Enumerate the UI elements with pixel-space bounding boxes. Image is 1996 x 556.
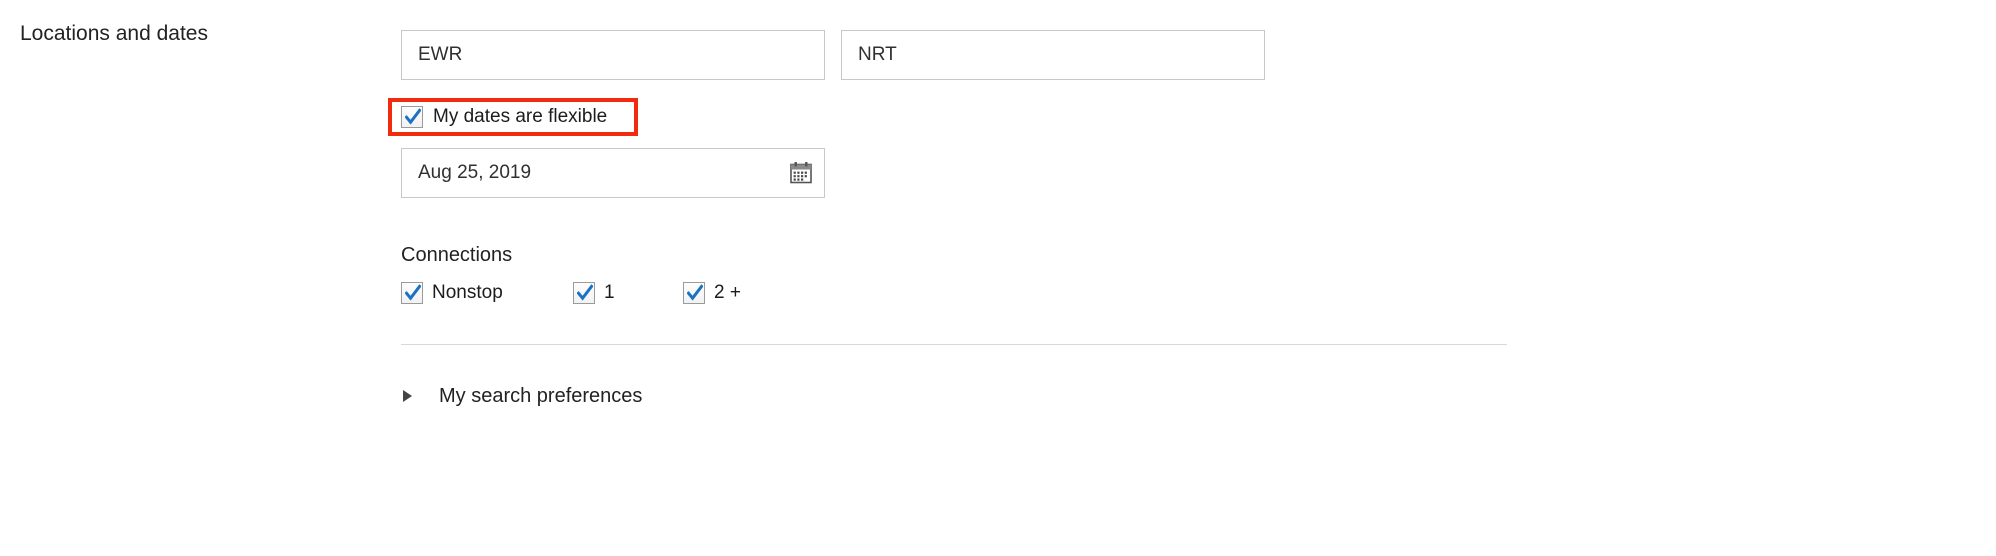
check-icon bbox=[405, 108, 421, 126]
connection-two-plus-checkbox[interactable] bbox=[683, 282, 705, 304]
flexible-dates-row[interactable]: My dates are flexible bbox=[401, 104, 607, 130]
connection-two-plus-label: 2 + bbox=[714, 282, 741, 304]
check-icon bbox=[577, 284, 593, 302]
check-icon bbox=[687, 284, 703, 302]
connection-nonstop-label: Nonstop bbox=[432, 282, 503, 304]
connection-option-one[interactable]: 1 bbox=[573, 281, 615, 305]
destination-input[interactable] bbox=[841, 30, 1265, 80]
flight-search-form-panel: Locations and dates My dates are flexibl… bbox=[0, 0, 1996, 556]
section-divider bbox=[401, 344, 1507, 345]
search-preferences-toggle[interactable]: My search preferences bbox=[401, 382, 642, 410]
connection-one-checkbox[interactable] bbox=[573, 282, 595, 304]
connections-label: Connections bbox=[401, 242, 512, 268]
triangle-right-icon[interactable] bbox=[403, 390, 412, 402]
connection-nonstop-checkbox[interactable] bbox=[401, 282, 423, 304]
search-preferences-label: My search preferences bbox=[439, 383, 642, 409]
calendar-icon[interactable] bbox=[787, 159, 815, 187]
departure-date-row bbox=[401, 148, 825, 200]
check-icon bbox=[405, 284, 421, 302]
flexible-dates-label: My dates are flexible bbox=[433, 106, 607, 128]
connection-option-nonstop[interactable]: Nonstop bbox=[401, 281, 503, 305]
locations-row bbox=[401, 30, 1301, 82]
page-title: Locations and dates bbox=[20, 20, 208, 48]
connection-one-label: 1 bbox=[604, 282, 615, 304]
departure-date-input[interactable] bbox=[401, 148, 825, 198]
origin-input[interactable] bbox=[401, 30, 825, 80]
form-column: My dates are flexible bbox=[401, 0, 1901, 556]
flexible-dates-checkbox[interactable] bbox=[401, 106, 423, 128]
connection-option-two-plus[interactable]: 2 + bbox=[683, 281, 741, 305]
